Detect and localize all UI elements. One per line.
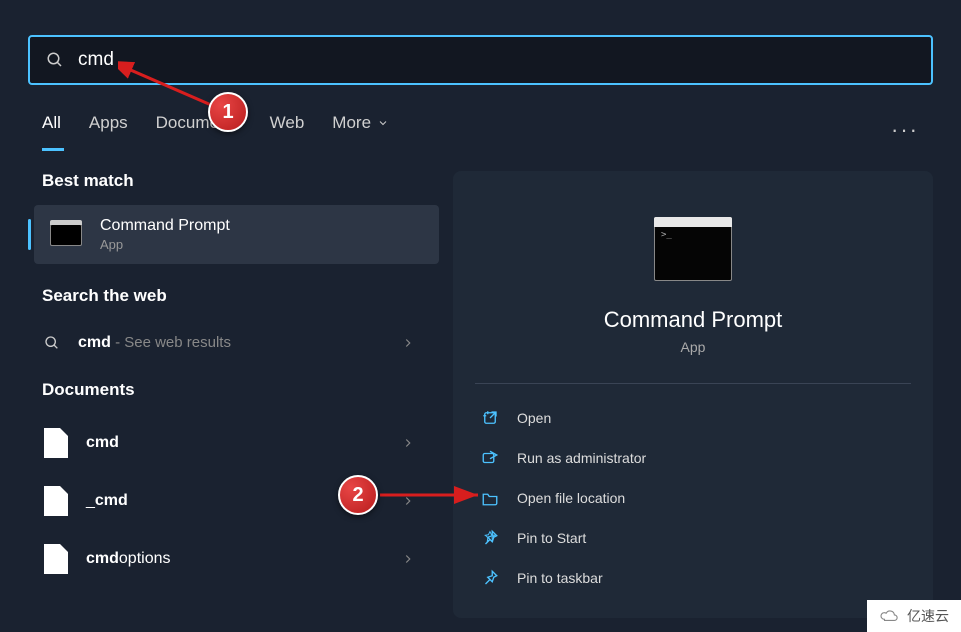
web-match: cmd	[78, 334, 111, 351]
terminal-icon	[50, 224, 82, 246]
tab-web[interactable]: Web	[270, 113, 305, 151]
section-documents: Documents	[42, 380, 439, 400]
section-best-match: Best match	[42, 171, 439, 191]
cloud-icon	[879, 609, 901, 623]
preview-app-icon	[654, 217, 732, 281]
tab-more-label: More	[332, 113, 371, 133]
result-command-prompt[interactable]: Command Prompt App	[34, 205, 439, 264]
document-item[interactable]: cmd	[28, 414, 439, 472]
action-run-admin[interactable]: Run as administrator	[475, 438, 911, 478]
chevron-right-icon	[401, 336, 415, 350]
result-subtitle: App	[100, 237, 230, 252]
section-search-web: Search the web	[42, 286, 439, 306]
action-label: Open file location	[517, 490, 625, 506]
document-icon	[44, 544, 68, 574]
chevron-right-icon	[401, 552, 415, 566]
results-panel: Best match Command Prompt App Search the…	[28, 171, 439, 618]
web-search-result[interactable]: cmd - See web results	[28, 320, 439, 366]
document-icon	[44, 486, 68, 516]
action-label: Pin to Start	[517, 530, 586, 546]
action-open[interactable]: Open	[475, 398, 911, 438]
action-label: Run as administrator	[517, 450, 646, 466]
preview-panel: Command Prompt App Open Run as administr…	[453, 171, 933, 618]
pin-icon	[481, 529, 499, 547]
filter-tabs: All Apps Documents Web More ···	[28, 113, 933, 151]
annotation-arrow-2	[378, 485, 488, 505]
action-pin-start[interactable]: Pin to Start	[475, 518, 911, 558]
watermark-text: 亿速云	[907, 606, 949, 626]
web-suffix: - See web results	[111, 334, 231, 351]
preview-title: Command Prompt	[475, 307, 911, 333]
search-icon	[44, 335, 60, 351]
document-icon	[44, 428, 68, 458]
tab-more[interactable]: More	[332, 113, 389, 151]
search-icon	[46, 51, 64, 69]
action-label: Pin to taskbar	[517, 570, 603, 586]
open-icon	[481, 409, 499, 427]
preview-subtitle: App	[475, 339, 911, 355]
doc-prefix: _	[86, 492, 95, 509]
tab-all[interactable]: All	[42, 113, 61, 151]
divider	[475, 383, 911, 384]
action-open-location[interactable]: Open file location	[475, 478, 911, 518]
doc-name: cmd	[86, 434, 119, 451]
action-label: Open	[517, 410, 551, 426]
chevron-down-icon	[377, 117, 389, 129]
action-pin-taskbar[interactable]: Pin to taskbar	[475, 558, 911, 598]
admin-icon	[481, 449, 499, 467]
document-item[interactable]: cmdoptions	[28, 530, 439, 588]
doc-name: cmd	[86, 550, 119, 567]
pin-icon	[481, 569, 499, 587]
tab-apps[interactable]: Apps	[89, 113, 128, 151]
doc-name: cmd	[95, 492, 128, 509]
annotation-callout-2: 2	[338, 475, 378, 515]
more-menu-icon[interactable]: ···	[891, 117, 919, 143]
annotation-callout-1: 1	[208, 92, 248, 132]
result-title: Command Prompt	[100, 217, 230, 235]
watermark: 亿速云	[867, 600, 961, 632]
chevron-right-icon	[401, 436, 415, 450]
doc-rest: options	[119, 550, 171, 567]
